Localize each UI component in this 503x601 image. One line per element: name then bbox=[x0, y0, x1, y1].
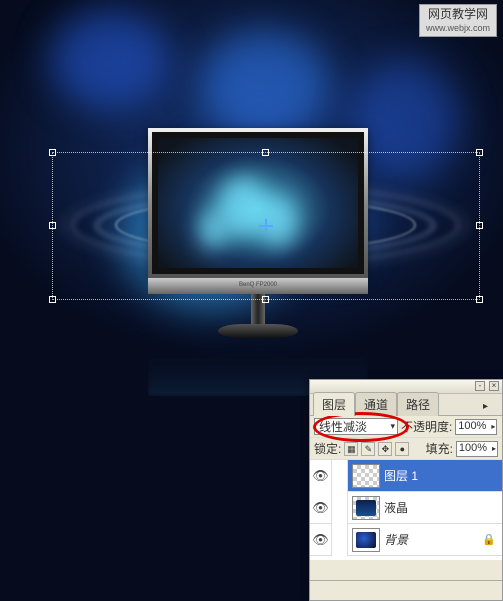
lock-fill-row: 锁定: ▦ ✎ ✥ ● 填充: 100% ▸ bbox=[310, 438, 502, 460]
transform-selection[interactable] bbox=[52, 152, 480, 300]
layer-row[interactable]: 👁 液晶 bbox=[310, 492, 502, 524]
lock-transparency-icon[interactable]: ▦ bbox=[344, 442, 358, 456]
layer-thumbnail[interactable] bbox=[352, 496, 380, 520]
transform-handle[interactable] bbox=[49, 296, 56, 303]
visibility-eye-icon[interactable]: 👁 bbox=[310, 524, 332, 556]
layer-thumbnail[interactable] bbox=[352, 528, 380, 552]
layers-list: 👁 图层 1 👁 液晶 👁 背景 🔒 bbox=[310, 460, 502, 560]
layer-name[interactable]: 图层 1 bbox=[384, 467, 502, 484]
lock-icon: 🔒 bbox=[482, 533, 496, 546]
layer-row[interactable]: 👁 背景 🔒 bbox=[310, 524, 502, 556]
transform-handle[interactable] bbox=[262, 296, 269, 303]
fill-label: 填充: bbox=[426, 440, 453, 457]
link-column[interactable] bbox=[332, 460, 348, 492]
layers-panel: - × 图层 通道 路径 ▸ 线性减淡 ▾ 不透明度: 100% ▸ 锁定: ▦… bbox=[309, 379, 503, 601]
watermark-title: 网页教学网 bbox=[426, 7, 490, 23]
transform-handle[interactable] bbox=[476, 296, 483, 303]
transform-handle[interactable] bbox=[262, 149, 269, 156]
layer-row[interactable]: 👁 图层 1 bbox=[310, 460, 502, 492]
transform-handle[interactable] bbox=[476, 149, 483, 156]
link-column[interactable] bbox=[332, 492, 348, 524]
visibility-eye-icon[interactable]: 👁 bbox=[310, 492, 332, 524]
transform-handle[interactable] bbox=[49, 149, 56, 156]
panel-tabs: 图层 通道 路径 ▸ bbox=[310, 394, 502, 416]
watermark-url: www.webjx.com bbox=[426, 23, 490, 35]
layer-name[interactable]: 液晶 bbox=[384, 499, 502, 516]
close-button[interactable]: × bbox=[489, 381, 499, 391]
layer-name[interactable]: 背景 bbox=[384, 531, 482, 548]
lock-all-icon[interactable]: ● bbox=[395, 442, 409, 456]
blend-mode-value: 线性减淡 bbox=[319, 418, 367, 435]
panel-menu-icon[interactable]: ▸ bbox=[483, 401, 499, 415]
lock-position-icon[interactable]: ✥ bbox=[378, 442, 392, 456]
opacity-label: 不透明度: bbox=[401, 418, 452, 435]
panel-footer bbox=[310, 580, 502, 600]
minimize-button[interactable]: - bbox=[475, 381, 485, 391]
opacity-input[interactable]: 100% ▸ bbox=[455, 419, 497, 435]
tab-channels[interactable]: 通道 bbox=[355, 392, 397, 416]
transform-center-icon[interactable] bbox=[259, 219, 273, 233]
blend-mode-select[interactable]: 线性减淡 ▾ bbox=[314, 418, 398, 435]
link-column[interactable] bbox=[332, 524, 348, 556]
lock-label: 锁定: bbox=[314, 440, 341, 457]
watermark: 网页教学网 www.webjx.com bbox=[419, 4, 497, 37]
transform-handle[interactable] bbox=[476, 222, 483, 229]
chevron-right-icon: ▸ bbox=[492, 444, 496, 453]
tab-layers[interactable]: 图层 bbox=[313, 392, 355, 416]
fill-input[interactable]: 100% ▸ bbox=[456, 441, 498, 457]
tab-paths[interactable]: 路径 bbox=[397, 392, 439, 416]
visibility-eye-icon[interactable]: 👁 bbox=[310, 460, 332, 492]
lock-paint-icon[interactable]: ✎ bbox=[361, 442, 375, 456]
chevron-right-icon: ▸ bbox=[491, 422, 495, 431]
chevron-down-icon: ▾ bbox=[390, 421, 395, 432]
blend-opacity-row: 线性减淡 ▾ 不透明度: 100% ▸ bbox=[310, 416, 502, 438]
transform-handle[interactable] bbox=[49, 222, 56, 229]
layer-thumbnail[interactable] bbox=[352, 464, 380, 488]
